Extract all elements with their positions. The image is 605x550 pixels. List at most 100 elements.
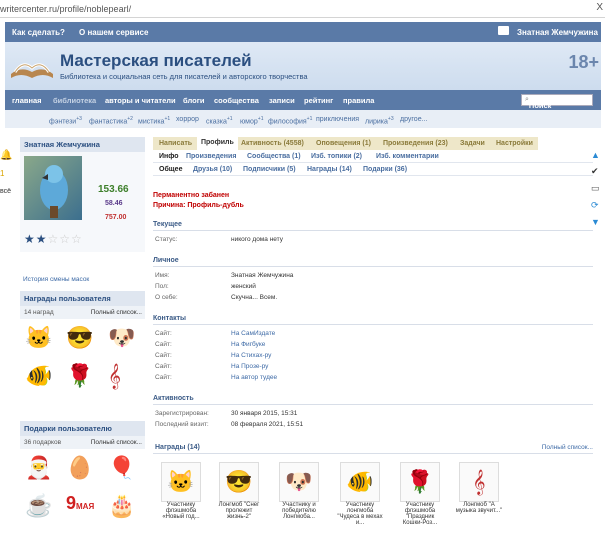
genre-count: +1 bbox=[226, 116, 233, 122]
awards-full-list-link[interactable]: Полный список... bbox=[91, 309, 142, 316]
award-card[interactable]: 𝄞 Лонгмоб "А музыка звучит..." bbox=[455, 462, 503, 514]
subtab-communities[interactable]: Сообщества (1) bbox=[247, 153, 301, 160]
award-goldfish-icon[interactable]: 🐠 bbox=[25, 363, 52, 389]
genre-link[interactable]: лирика+3 bbox=[365, 116, 394, 125]
nav-authors[interactable]: авторы и читатели bbox=[105, 96, 176, 105]
close-icon[interactable]: X bbox=[596, 2, 603, 13]
award-card[interactable]: 🌹 Участнику флэшмоба "Праздник Кошки-Роз.… bbox=[396, 462, 444, 526]
tab-profile[interactable]: Профиль bbox=[197, 137, 238, 150]
ban-reason: Причина: Профиль-дубль bbox=[153, 202, 244, 209]
contact-label: Сайт: bbox=[155, 352, 172, 359]
subtab-followers[interactable]: Подписчики (5) bbox=[243, 166, 296, 173]
how-to-link[interactable]: Как сделать? bbox=[12, 28, 65, 37]
name-label: Имя: bbox=[155, 272, 170, 279]
arrow-up-icon[interactable]: ▲ bbox=[591, 150, 605, 160]
subtab-awards[interactable]: Награды (14) bbox=[307, 166, 352, 173]
site-title[interactable]: Мастерская писателей bbox=[60, 51, 252, 71]
contact-link[interactable]: На Стихах-ру bbox=[231, 352, 271, 359]
award-card[interactable]: 🐱 Участнику флэшмоба «Новый год... bbox=[157, 462, 205, 520]
tab-works[interactable]: Произведения (23) bbox=[383, 140, 448, 147]
genre-link[interactable]: мистика+1 bbox=[138, 116, 170, 125]
award-caption: Участнику лонгмоба "Чудеса в мехах и... bbox=[337, 502, 383, 526]
award-cat-icon[interactable]: 🐱 bbox=[25, 325, 52, 351]
award-music-icon[interactable]: 𝄞 bbox=[108, 363, 121, 389]
profile-name[interactable]: Знатная Жемчужина bbox=[20, 137, 145, 152]
nav-blogs[interactable]: блоги bbox=[183, 96, 204, 105]
gift-coffee-icon[interactable]: ☕ bbox=[25, 493, 52, 519]
genre-link[interactable]: фэнтези+3 bbox=[49, 116, 82, 125]
status-row: Статус: никого дома нету bbox=[153, 234, 593, 245]
browser-address-bar[interactable]: writercenter.ru/profile/noblepearl/ X bbox=[0, 0, 605, 18]
contact-link[interactable]: На СамИздате bbox=[231, 330, 275, 337]
search-input[interactable]: ⌕ Поиск bbox=[521, 94, 593, 110]
award-card[interactable]: 🐶 Участнику и победителю Лонгмоба... bbox=[275, 462, 323, 520]
subtab-fav-topics[interactable]: Изб. топики (2) bbox=[311, 153, 362, 160]
genre-link[interactable]: другое... bbox=[400, 116, 427, 123]
about-link[interactable]: О нашем сервисе bbox=[79, 28, 148, 37]
gifts-box-title: Подарки пользователю bbox=[20, 421, 145, 436]
subtab-friends[interactable]: Друзья (10) bbox=[193, 166, 232, 173]
gift-santa-cat-icon[interactable]: 🎅 bbox=[25, 455, 52, 481]
genre-link[interactable]: философия+1 bbox=[268, 116, 312, 125]
awards-section-title: Награды (14) bbox=[155, 444, 200, 451]
award-card[interactable]: 😎 Лонгмоб "Снег пролежит жизнь-2" bbox=[215, 462, 263, 520]
nav-home[interactable]: главная bbox=[12, 96, 42, 105]
genre-link[interactable]: приключения bbox=[316, 116, 359, 123]
awards-section-full-link[interactable]: Полный список... bbox=[542, 444, 593, 451]
subtab-fav-comments[interactable]: Изб. комментарии bbox=[376, 153, 439, 160]
tab-notifications[interactable]: Оповещения (1) bbox=[316, 140, 371, 147]
bell-icon[interactable]: 🔔 bbox=[0, 150, 14, 161]
section-current: Текущее bbox=[153, 221, 593, 231]
genre-name: юмор bbox=[240, 118, 258, 126]
tab-activity[interactable]: Активность (4558) bbox=[241, 140, 304, 147]
star-rating: ★★☆☆☆ bbox=[24, 232, 83, 246]
gift-may9-icon[interactable]: 9МАЯ bbox=[66, 493, 94, 514]
gifts-full-list-link[interactable]: Полный список... bbox=[91, 439, 142, 446]
profile-main: Написать Профиль Активность (4558) Опове… bbox=[153, 137, 593, 532]
contact-link[interactable]: На Фигбуке bbox=[231, 341, 265, 348]
award-caption: Лонгмоб "Снег пролежит жизнь-2" bbox=[218, 502, 260, 520]
awards-strip: 🐱 Участнику флэшмоба «Новый год... 😎 Лонгм… bbox=[153, 462, 593, 532]
subtab-general[interactable]: Общее bbox=[159, 166, 182, 173]
contact-link[interactable]: На автор тудее bbox=[231, 374, 277, 381]
gift-balloons-icon[interactable]: 🎈 bbox=[108, 455, 135, 481]
comment-icon[interactable]: ▭ bbox=[591, 183, 605, 194]
arrow-down-icon[interactable]: ▼ bbox=[591, 217, 605, 227]
subtab-info[interactable]: Инфо bbox=[159, 153, 179, 160]
book-logo-icon[interactable] bbox=[9, 52, 55, 82]
subtab-gifts[interactable]: Подарки (36) bbox=[363, 166, 407, 173]
nav-rules[interactable]: правила bbox=[343, 96, 374, 105]
award-smiley-icon[interactable]: 😎 bbox=[66, 325, 93, 351]
award-card[interactable]: 🐠 Участнику лонгмоба "Чудеса в мехах и... bbox=[336, 462, 384, 526]
rail-text[interactable]: всё bbox=[0, 188, 14, 195]
ban-status: Перманентно забанен bbox=[153, 192, 230, 199]
gift-egg-icon[interactable]: 🥚 bbox=[66, 455, 93, 481]
genre-link[interactable]: сказка+1 bbox=[206, 116, 233, 125]
award-dog-icon[interactable]: 🐶 bbox=[108, 325, 135, 351]
award-rose-icon[interactable]: 🌹 bbox=[66, 363, 93, 389]
check-icon[interactable]: ✔ bbox=[591, 166, 605, 177]
genre-count: +3 bbox=[76, 116, 82, 122]
nav-posts[interactable]: записи bbox=[269, 96, 295, 105]
subtab-works[interactable]: Произведения bbox=[186, 153, 236, 160]
contact-link[interactable]: На Прозе-ру bbox=[231, 363, 268, 370]
refresh-icon[interactable]: ⟳ bbox=[591, 200, 605, 211]
gift-cake-icon[interactable]: 🎂 bbox=[108, 493, 135, 519]
mail-icon[interactable] bbox=[498, 26, 509, 35]
nav-library[interactable]: библиотека bbox=[53, 96, 96, 105]
current-user-link[interactable]: Знатная Жемчужина bbox=[517, 28, 598, 37]
avatar[interactable] bbox=[24, 156, 82, 220]
nav-rating[interactable]: рейтинг bbox=[304, 96, 333, 105]
genre-link[interactable]: юмор+1 bbox=[240, 116, 263, 125]
genre-link[interactable]: фантастика+2 bbox=[89, 116, 133, 125]
genre-link[interactable]: хоррор bbox=[176, 116, 199, 123]
rating-score: 153.66 bbox=[98, 184, 129, 195]
nav-communities[interactable]: сообщества bbox=[214, 96, 259, 105]
tab-write[interactable]: Написать bbox=[159, 140, 192, 147]
gifts-grid: 🎅 🥚 🎈 ☕ 9МАЯ 🎂 bbox=[20, 449, 145, 529]
tab-settings[interactable]: Настройки bbox=[496, 140, 533, 147]
mask-history-link[interactable]: История смены масок bbox=[20, 276, 145, 283]
genre-name: приключения bbox=[316, 116, 360, 123]
url-text[interactable]: writercenter.ru/profile/noblepearl/ bbox=[0, 4, 131, 14]
tab-tasks[interactable]: Задачи bbox=[460, 140, 485, 147]
